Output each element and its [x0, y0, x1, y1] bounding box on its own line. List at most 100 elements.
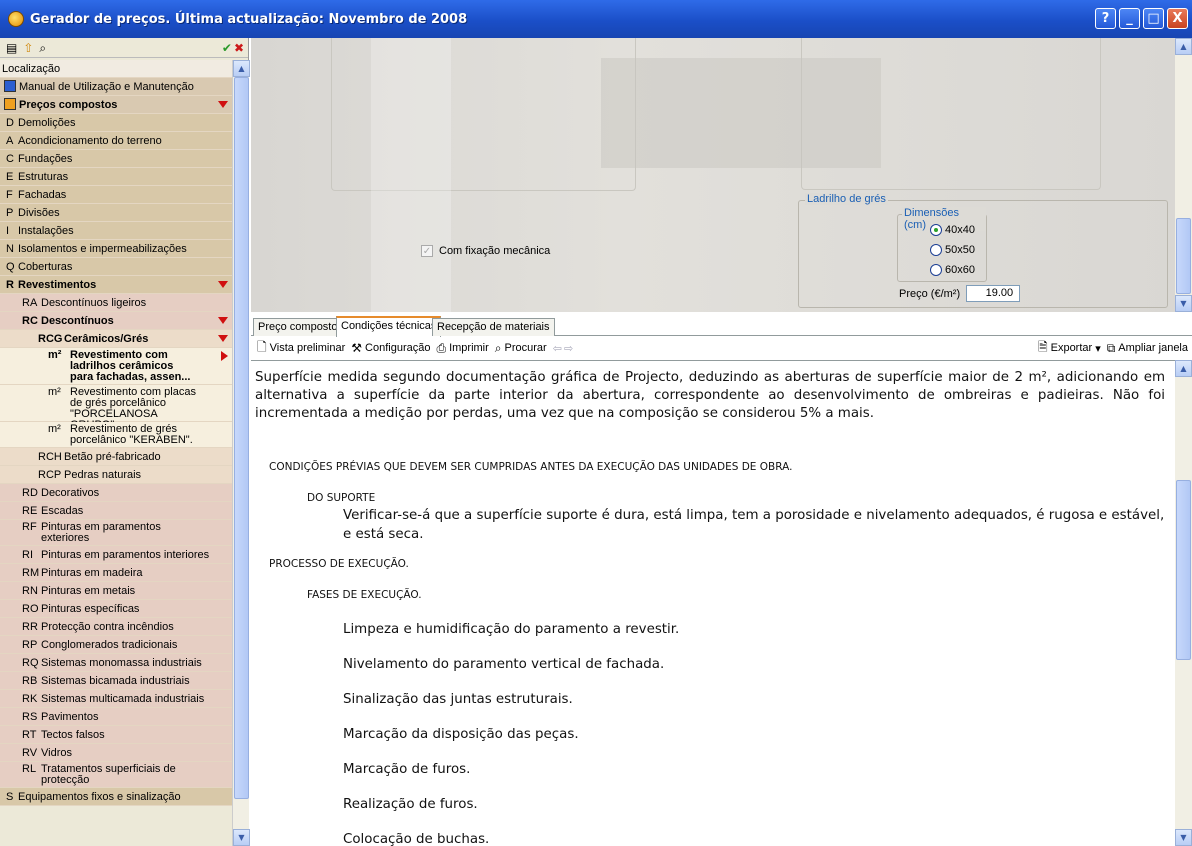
preview-button[interactable]: 🗋 Vista preliminar [257, 338, 345, 359]
tree-item[interactable]: RQ Sistemas monomassa industriais [0, 654, 232, 672]
doc-scrollbar[interactable]: ▲ ▼ [1175, 360, 1192, 846]
collapse-icon[interactable] [218, 101, 228, 108]
dim-radio-40x40[interactable]: 40x40 [930, 224, 975, 236]
tree-item[interactable]: A Acondicionamento do terreno [0, 132, 232, 150]
view-icon[interactable]: ▤ [6, 41, 17, 55]
print-button[interactable]: ⎙ Imprimir [436, 341, 488, 356]
tree-item[interactable]: RA Descontínuos ligeiros [0, 294, 232, 312]
tree-item[interactable]: F Fachadas [0, 186, 232, 204]
reject-icon[interactable]: ✖ [234, 41, 244, 55]
radio-icon[interactable] [930, 244, 942, 256]
price-input[interactable]: 19.00 [966, 285, 1021, 302]
tree-item[interactable]: RO Pinturas específicas [0, 600, 232, 618]
tree-item[interactable]: RE Escadas [0, 502, 232, 520]
radio-icon[interactable] [930, 224, 942, 236]
tree-item[interactable]: Q Coberturas [0, 258, 232, 276]
checkbox-icon[interactable]: ✓ [421, 245, 433, 257]
tree-item[interactable]: RC Descontínuos [0, 312, 232, 330]
top-scrollbar[interactable]: ▲ ▼ [1175, 38, 1192, 312]
tree-item[interactable]: C Fundações [0, 150, 232, 168]
scroll-up-icon[interactable]: ▲ [1175, 38, 1192, 55]
tab-condicoes-tecnicas[interactable]: Condições técnicas [336, 316, 442, 337]
tree-item[interactable]: RT Tectos falsos [0, 726, 232, 744]
export-button[interactable]: 🗎 Exportar ▾ [1038, 338, 1101, 359]
tree-item[interactable]: Localização [0, 60, 232, 78]
tree-item[interactable]: RM Pinturas em madeira [0, 564, 232, 582]
tree-item[interactable]: RCP Pedras naturais [0, 466, 232, 484]
arrow-right-icon[interactable]: ⇨ [564, 342, 573, 355]
up-icon[interactable]: ⇧ [23, 41, 33, 55]
tree-item-label: Preços compostos [19, 99, 118, 111]
tree-item[interactable]: RCH Betão pré-fabricado [0, 448, 232, 466]
close-button[interactable]: X [1167, 8, 1188, 29]
tree-item[interactable]: m² Revestimento com placas de grés porcel… [0, 385, 232, 431]
collapse-icon[interactable] [218, 335, 228, 342]
tree-item-label: Fundações [18, 153, 73, 165]
tree-item[interactable]: E Estruturas [0, 168, 232, 186]
tree-item[interactable]: RV Vidros [0, 744, 232, 762]
zoom-window-button[interactable]: ⧉ Ampliar janela [1107, 341, 1188, 356]
collapse-icon[interactable] [218, 281, 228, 288]
tree-item-code: RV [22, 747, 38, 759]
tree-item-code: I [6, 225, 10, 237]
scroll-down-icon[interactable]: ▼ [1175, 295, 1192, 312]
fixation-checkbox[interactable]: ✓ Com fixação mecânica [421, 245, 550, 257]
minimize-button[interactable]: _ [1119, 8, 1140, 29]
tree-item-label: Tratamentos superficiais de protecção [41, 763, 176, 786]
tree-item-label: Divisões [18, 207, 60, 219]
section-heading: PROCESSO DE EXECUÇÃO. [269, 558, 409, 570]
accept-icon[interactable]: ✔ [222, 41, 232, 55]
tree-item[interactable]: I Instalações [0, 222, 232, 240]
help-button[interactable]: ? [1095, 8, 1116, 29]
tree-item[interactable]: m² Revestimento de grés porcelânico "KERA… [0, 422, 232, 448]
left-scrollbar[interactable]: ▲ ▼ [232, 60, 250, 846]
forward-button[interactable]: ⇨ [564, 342, 573, 355]
tile-group: Ladrilho de grés Dimensões (cm) 40x40 50… [798, 193, 1168, 308]
tree-item[interactable]: RB Sistemas bicamada industriais [0, 672, 232, 690]
dim-radio-60x60[interactable]: 60x60 [930, 264, 975, 276]
tree-item[interactable]: RCG Cerâmicos/Grés [0, 330, 232, 348]
tree-item-label: Demolições [18, 117, 76, 129]
tree-item[interactable]: m² Revestimento com ladrilhos cerâmicos p… [0, 348, 232, 385]
back-button[interactable]: ⇦ [553, 342, 562, 355]
tree-item[interactable]: N Isolamentos e impermeabilizações [0, 240, 232, 258]
search-button[interactable]: ⌕ Procurar [495, 341, 547, 356]
tree-item[interactable]: R Revestimentos [0, 276, 232, 294]
arrow-left-icon[interactable]: ⇦ [553, 342, 562, 355]
scroll-down-icon[interactable]: ▼ [1175, 829, 1192, 846]
maximize-button[interactable]: □ [1143, 8, 1164, 29]
tree-item[interactable]: RP Conglomerados tradicionais [0, 636, 232, 654]
tree-item[interactable]: RS Pavimentos [0, 708, 232, 726]
tab-preco-composto[interactable]: Preço composto [253, 318, 343, 336]
tree-item[interactable]: D Demolições [0, 114, 232, 132]
scroll-thumb[interactable] [234, 77, 249, 799]
radio-icon[interactable] [930, 264, 942, 276]
tree-item[interactable]: RK Sistemas multicamada industriais [0, 690, 232, 708]
tile-group-title: Ladrilho de grés [805, 193, 888, 205]
tree-item-code: RB [22, 675, 38, 687]
tree-item[interactable]: S Equipamentos fixos e sinalização [0, 788, 232, 806]
scroll-thumb[interactable] [1176, 218, 1191, 294]
scroll-down-icon[interactable]: ▼ [233, 829, 250, 846]
tree-item[interactable]: Preços compostos [0, 96, 232, 114]
tree-item[interactable]: RR Protecção contra incêndios [0, 618, 232, 636]
tree-item-label: Escadas [41, 505, 84, 517]
scroll-up-icon[interactable]: ▲ [233, 60, 250, 77]
dim-radio-50x50[interactable]: 50x50 [930, 244, 975, 256]
zoom-label: Ampliar janela [1118, 342, 1188, 354]
scroll-thumb[interactable] [1176, 480, 1191, 660]
tree-item[interactable]: RN Pinturas em metais [0, 582, 232, 600]
tree-item[interactable]: Manual de Utilização e Manutenção [0, 78, 232, 96]
find-icon[interactable]: ⌕ [39, 41, 46, 55]
scroll-up-icon[interactable]: ▲ [1175, 360, 1192, 377]
tree-item-code: RF [22, 521, 37, 533]
tree-item[interactable]: RF Pinturas em paramentos exteriores [0, 520, 232, 546]
tab-recepcao-materiais[interactable]: Recepção de materiais [432, 318, 555, 336]
tree-item[interactable]: RL Tratamentos superficiais de protecção [0, 762, 232, 788]
tree-item[interactable]: RD Decorativos [0, 484, 232, 502]
intro-paragraph: Superfície medida segundo documentação g… [255, 370, 1165, 421]
config-button[interactable]: ⚒ Configuração [351, 341, 430, 355]
tree-item[interactable]: P Divisões [0, 204, 232, 222]
collapse-icon[interactable] [218, 317, 228, 324]
tree-item[interactable]: RI Pinturas em paramentos interiores [0, 546, 232, 564]
